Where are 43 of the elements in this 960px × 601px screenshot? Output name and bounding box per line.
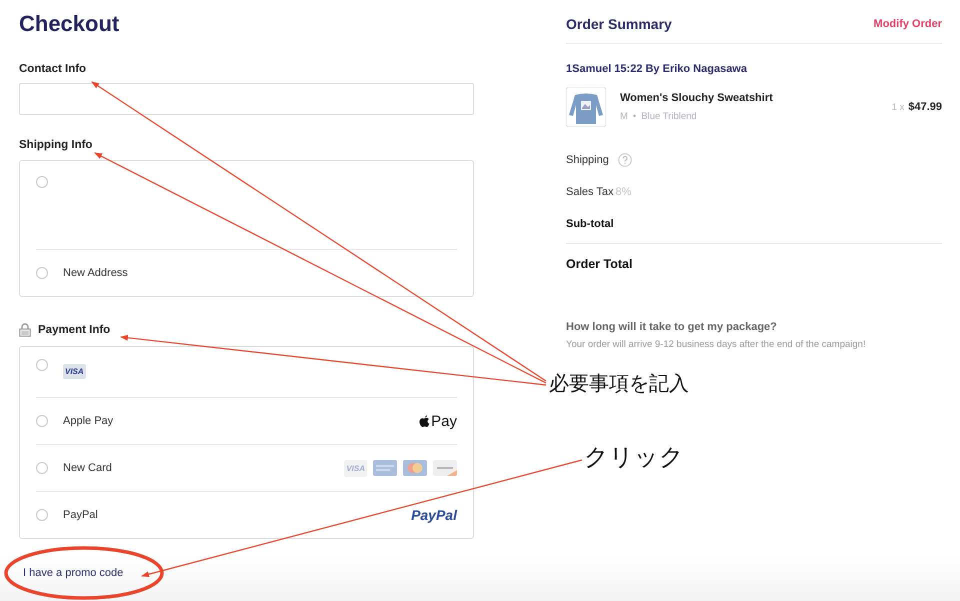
discover-card-icon [433,460,457,476]
radio-button[interactable] [36,176,48,188]
help-icon[interactable] [618,153,632,167]
shipping-label: Shipping [566,154,609,166]
option-label: New Address [63,267,128,279]
radio-button[interactable] [36,509,48,521]
apple-pay-logo: Pay [419,412,457,430]
option-label: PayPal [63,509,98,521]
contact-input-field[interactable] [19,83,474,115]
section-label: Payment Info [38,324,110,336]
tax-rate: 8% [616,186,632,198]
mastercard-icon [403,460,427,476]
faq-answer: Your order will arrive 9-12 business days after the end of the campaign! [566,339,867,350]
campaign-title: 1Samuel 15:22 By Eriko Nagasawa [566,63,748,75]
price-text: $47.99 [908,101,942,113]
paypal-logo: PayPal [411,507,457,523]
checkout-title: Checkout [19,10,120,38]
promo-code-link[interactable]: I have a promo code [23,567,124,579]
separator-dot: • [632,111,636,122]
amex-card-icon [373,460,397,476]
visa-card-logo: VISA [63,364,86,379]
radio-button[interactable] [36,359,48,371]
quantity-text: 1 x [892,102,904,112]
tax-label: Sales Tax [566,186,614,198]
radio-button[interactable] [36,462,48,474]
order-total-label: Order Total [566,243,942,271]
visa-card-logo: VISA [344,460,367,476]
size-text: M [620,111,628,122]
modify-order-link[interactable]: Modify Order [874,18,942,30]
faq-question: How long will it take to get my package? [566,321,778,333]
lock-icon [19,323,31,337]
radio-button[interactable] [36,267,48,279]
variant-text: Blue Triblend [641,111,697,122]
section-label: Shipping Info [19,139,92,151]
subtotal-label: Sub-total [566,217,615,231]
annotation-text: 必要事項を記入 [549,370,689,397]
summary-title: Order Summary [566,16,672,32]
radio-button[interactable] [36,415,48,427]
annotation-text: クリック [584,442,684,473]
option-label: New Card [63,462,112,474]
option-label: Apple Pay [63,415,114,427]
product-name: Women's Slouchy Sweatshirt [620,92,774,104]
section-label: Contact Info [19,63,86,75]
